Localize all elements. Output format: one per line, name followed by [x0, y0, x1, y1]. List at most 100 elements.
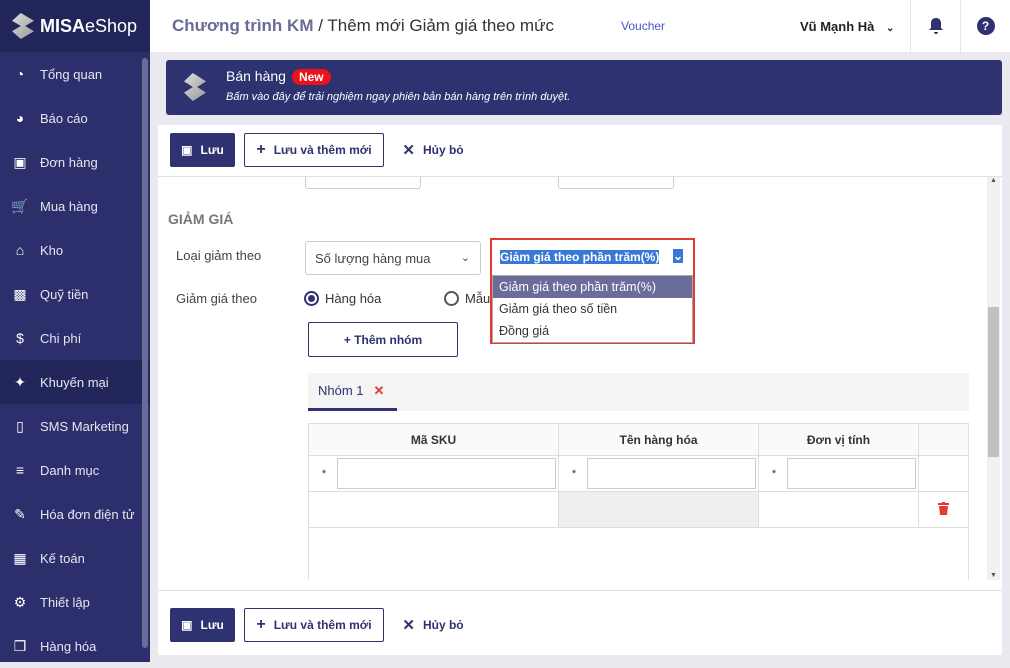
gear-icon: ⚙	[13, 593, 27, 610]
invoice-icon: ✎	[14, 505, 26, 522]
banner-subtitle: Bấm vào đây để trải nghiệm ngay phiên bả…	[226, 91, 571, 103]
top-toolbar: ▣ Lưu + Lưu và thêm mới ✕ Hủy bỏ	[158, 125, 1002, 175]
option-percent[interactable]: Giảm giá theo phần trăm(%)	[493, 276, 692, 298]
calculator-icon: ▦	[13, 549, 27, 566]
sidebar: MISAeShop ◔ Tổng quan ◕ Báo cáo ▣ Đơn hàng 🛒 Mu…	[0, 0, 150, 662]
sidebar-item-label: Khuyến mại	[40, 374, 109, 390]
sku-filter-input[interactable]	[337, 458, 556, 489]
add-group-button[interactable]: + Thêm nhóm	[308, 322, 458, 357]
save-and-new-button-bottom[interactable]: + Lưu và thêm mới	[244, 608, 384, 642]
money-bag-icon: $	[16, 330, 24, 346]
radio-goods[interactable]: Hàng hóa	[304, 291, 381, 306]
brand-suffix: eShop	[85, 15, 138, 36]
radio-model[interactable]: Mẫu	[444, 291, 490, 306]
cancel-label: Hủy bỏ	[422, 143, 464, 157]
sidebar-item-13[interactable]: ❒ Hàng hóa	[0, 624, 150, 668]
sidebar-scrollbar[interactable]	[142, 58, 148, 648]
option-amount[interactable]: Giảm giá theo số tiền	[493, 298, 692, 320]
col-name: Tên hàng hóa	[558, 423, 759, 456]
sidebar-item-6[interactable]: $ Chi phí	[0, 316, 150, 360]
remove-group-icon[interactable]: ✕	[374, 383, 385, 399]
notification-bell-icon[interactable]	[910, 0, 960, 52]
cart-icon: 🛒	[11, 197, 29, 214]
sidebar-item-4[interactable]: ⌂ Kho	[0, 228, 150, 272]
unit-cell[interactable]	[758, 491, 919, 528]
discount-type-dropdown[interactable]: Giảm giá theo phần trăm(%) ⌄ Giảm giá the…	[490, 238, 695, 344]
save-new-label: Lưu và thêm mới	[273, 618, 372, 632]
sidebar-item-2[interactable]: ▣ Đơn hàng	[0, 140, 150, 184]
save-label: Lưu	[200, 618, 224, 632]
save-label: Lưu	[200, 143, 224, 157]
plus-icon: +	[256, 616, 266, 633]
order-icon: ▣	[13, 153, 27, 170]
discount-type-select[interactable]: Giảm giá theo phần trăm(%) ⌄	[492, 240, 693, 273]
sku-cell[interactable]	[308, 491, 559, 528]
radio-goods-label: Hàng hóa	[325, 291, 382, 306]
unit-filter-input[interactable]	[787, 458, 916, 489]
save-new-label: Lưu và thêm mới	[273, 143, 372, 157]
floppy-icon: ▣	[181, 143, 193, 157]
breadcrumb-parent[interactable]: Chương trình KM	[172, 16, 313, 35]
sidebar-item-label: Mua hàng	[40, 198, 98, 214]
sidebar-item-label: Tổng quan	[40, 66, 103, 82]
option-same-price[interactable]: Đồng giá	[493, 320, 692, 342]
radio-model-label: Mẫu	[465, 291, 491, 306]
radio-unchecked-icon	[444, 291, 459, 306]
logo[interactable]: MISAeShop	[0, 0, 150, 52]
filter-row: * * *	[308, 455, 969, 492]
sidebar-item-label: Thiết lập	[40, 594, 90, 610]
user-menu[interactable]: Vũ Mạnh Hà ⌄	[800, 19, 894, 34]
sidebar-item-7[interactable]: ✦ Khuyến mại	[0, 360, 150, 404]
voucher-link[interactable]: Voucher	[621, 19, 665, 33]
col-unit: Đơn vị tính	[758, 423, 919, 456]
sidebar-item-label: Báo cáo	[40, 110, 88, 126]
type-label: Loại giảm theo	[176, 248, 262, 263]
sidebar-item-5[interactable]: ▩ Quỹ tiền	[0, 272, 150, 316]
save-button-bottom[interactable]: ▣ Lưu	[170, 608, 235, 642]
form-scrollbar[interactable]: ▲ ▼	[987, 177, 1000, 580]
date-field-partial[interactable]	[305, 177, 421, 189]
gift-icon: ✦	[14, 373, 26, 390]
page-title: Thêm mới Giảm giá theo mức	[327, 16, 554, 35]
sidebar-item-10[interactable]: ✎ Hóa đơn điện tử	[0, 492, 150, 536]
sidebar-item-11[interactable]: ▦ Kế toán	[0, 536, 150, 580]
table-row	[308, 491, 969, 528]
section-title: GIẢM GIÁ	[168, 211, 234, 227]
sidebar-item-12[interactable]: ⚙ Thiết lập	[0, 580, 150, 624]
misa-logo-icon	[12, 13, 34, 39]
floppy-icon: ▣	[181, 618, 193, 632]
sidebar-item-1[interactable]: ◕ Báo cáo	[0, 96, 150, 140]
chevron-down-icon: ⌄	[460, 252, 470, 264]
save-button[interactable]: ▣ Lưu	[170, 133, 235, 167]
name-filter-input[interactable]	[587, 458, 756, 489]
plus-icon: +	[256, 141, 266, 158]
required-mark: *	[321, 467, 327, 480]
tab-group-1[interactable]: Nhóm 1 ✕	[308, 373, 397, 411]
cancel-button[interactable]: ✕ Hủy bỏ	[393, 133, 473, 167]
type-select[interactable]: Số lượng hàng mua ⌄	[305, 241, 481, 275]
breadcrumb-separator: /	[313, 16, 328, 35]
chevron-down-icon: ⌄	[672, 249, 683, 263]
pos-banner[interactable]: Bán hàng New Bấm vào đây để trải nghiệm n…	[166, 60, 1002, 115]
cancel-button-bottom[interactable]: ✕ Hủy bỏ	[393, 608, 473, 642]
sidebar-item-9[interactable]: ≡ Danh mục	[0, 448, 150, 492]
sidebar-item-label: Danh mục	[40, 462, 100, 478]
scrollbar-thumb[interactable]	[988, 307, 999, 457]
form-scroll-area: GIẢM GIÁ Loại giảm theo Số lượng hàng mu…	[158, 176, 1002, 580]
sidebar-item-3[interactable]: 🛒 Mua hàng	[0, 184, 150, 228]
dashboard-icon: ◔	[15, 66, 25, 82]
time-field-partial[interactable]	[558, 177, 674, 189]
delete-row-icon[interactable]	[918, 491, 969, 528]
bottom-toolbar: ▣ Lưu + Lưu và thêm mới ✕ Hủy bỏ	[158, 600, 1002, 650]
type-value: Số lượng hàng mua	[315, 250, 431, 266]
sidebar-item-label: SMS Marketing	[40, 418, 129, 434]
sidebar-item-8[interactable]: ▯ SMS Marketing	[0, 404, 150, 448]
sidebar-item-label: Hàng hóa	[40, 638, 97, 654]
safe-icon: ▩	[13, 285, 27, 302]
save-and-new-button[interactable]: + Lưu và thêm mới	[244, 133, 384, 167]
name-cell	[558, 491, 759, 528]
sidebar-item-0[interactable]: ◔ Tổng quan	[0, 52, 150, 96]
cancel-label: Hủy bỏ	[422, 618, 464, 632]
help-icon[interactable]: ?	[960, 0, 1010, 52]
by-label: Giảm giá theo	[176, 291, 257, 306]
